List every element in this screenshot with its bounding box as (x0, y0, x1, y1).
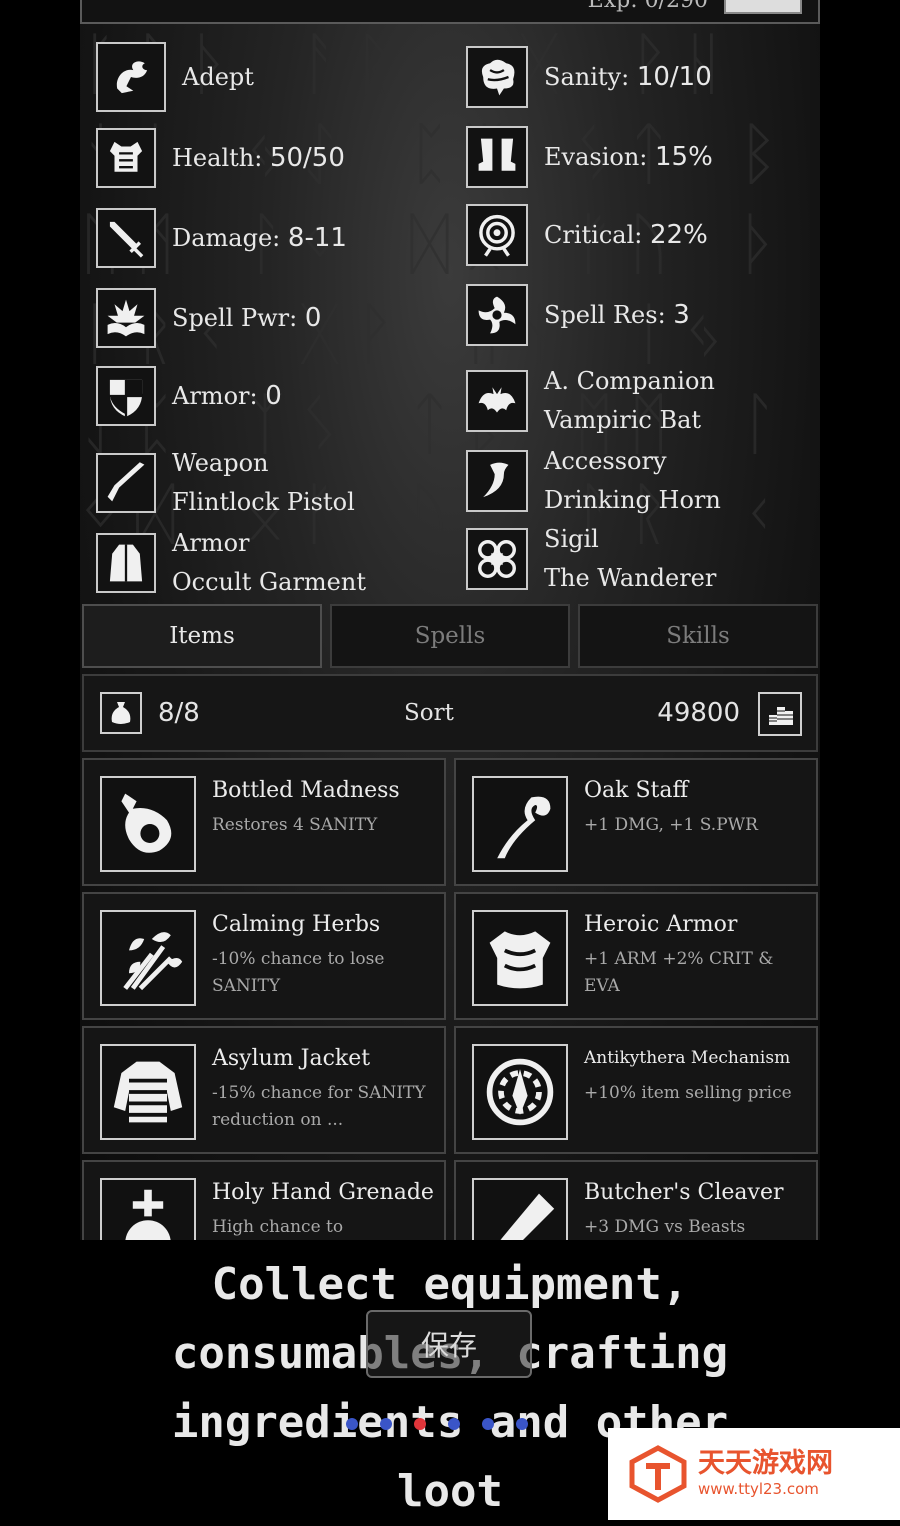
evasion-stat[interactable]: Evasion: 15% (466, 126, 713, 188)
weapon-slot[interactable]: Weapon Flintlock Pistol (96, 444, 355, 522)
cleaver-icon (472, 1178, 568, 1240)
tab-items[interactable]: Items (82, 604, 322, 668)
tab-skills[interactable]: Skills (578, 604, 818, 668)
spell-resistance-stat[interactable]: Spell Res: 3 (466, 284, 690, 346)
target-icon (466, 204, 528, 266)
coins-icon (758, 692, 802, 736)
class-stat[interactable]: Adept (96, 42, 254, 112)
damage-stat[interactable]: Damage: 8-11 (96, 208, 347, 268)
vortex-icon (466, 284, 528, 346)
inventory-item[interactable]: Asylum Jacket -15% chance for SANITY red… (82, 1026, 446, 1154)
spell-power-stat[interactable]: Spell Pwr: 0 (96, 288, 321, 348)
staff-icon (472, 776, 568, 872)
health-stat[interactable]: Health: 50/50 (96, 128, 345, 188)
page-dot[interactable] (516, 1418, 528, 1430)
shield-icon (96, 366, 156, 426)
armor-icon (472, 910, 568, 1006)
inventory-bar: 8/8 Sort 49800 (82, 674, 818, 752)
gold-amount: 49800 (657, 698, 740, 728)
armor-slot[interactable]: Armor Occult Garment (96, 524, 366, 602)
sword-icon (96, 208, 156, 268)
bat-icon (466, 370, 528, 432)
experience-bar: Exp: 0/290 (80, 0, 820, 24)
inventory-capacity: 8/8 (158, 698, 200, 728)
sigil-slot[interactable]: Sigil The Wanderer (466, 520, 716, 598)
page-dot-active[interactable] (414, 1418, 426, 1430)
herbs-icon (100, 910, 196, 1006)
sort-button[interactable]: Sort (404, 700, 454, 726)
spellbook-icon (96, 288, 156, 348)
inventory-item[interactable]: Calming Herbs -10% chance to lose SANITY (82, 892, 446, 1020)
inventory-item[interactable]: Oak Staff +1 DMG, +1 S.PWR (454, 758, 818, 886)
pistol-icon (96, 453, 156, 513)
watermark-title: 天天游戏网 (698, 1448, 833, 1479)
page-dot[interactable] (346, 1418, 358, 1430)
experience-meter (724, 0, 802, 14)
experience-text: Exp: 0/290 (587, 0, 708, 13)
critical-stat[interactable]: Critical: 22% (466, 204, 708, 266)
page-dot[interactable] (482, 1418, 494, 1430)
mechanism-icon (472, 1044, 568, 1140)
inventory-item[interactable]: Antikythera Mechanism +10% item selling … (454, 1026, 818, 1154)
watermark: 天天游戏网 www.ttyl23.com (608, 1428, 900, 1520)
brain-icon (466, 46, 528, 108)
sigil-icon (466, 528, 528, 590)
page-dot[interactable] (448, 1418, 460, 1430)
tab-spells[interactable]: Spells (330, 604, 570, 668)
adept-icon (96, 42, 166, 112)
inventory-item[interactable]: Holy Hand Grenade High chance to (82, 1160, 446, 1240)
sanity-stat[interactable]: Sanity: 10/10 (466, 46, 712, 108)
watermark-logo-icon (629, 1445, 687, 1503)
inventory-item[interactable]: Heroic Armor +1 ARM +2% CRIT & EVA (454, 892, 818, 1020)
save-button[interactable]: 保存 (366, 1310, 532, 1378)
bag-icon (100, 692, 142, 734)
inventory-item[interactable]: Bottled Madness Restores 4 SANITY (82, 758, 446, 886)
potion-icon (100, 776, 196, 872)
drinking-horn-icon (466, 450, 528, 512)
robe-icon (96, 533, 156, 593)
grenade-icon (100, 1178, 196, 1240)
armor-stat[interactable]: Armor: 0 (96, 366, 282, 426)
boots-icon (466, 126, 528, 188)
companion-slot[interactable]: A. Companion Vampiric Bat (466, 362, 715, 440)
page-indicator (346, 1418, 528, 1432)
watermark-url: www.ttyl23.com (698, 1480, 819, 1498)
page-dot[interactable] (380, 1418, 392, 1430)
chest-armor-icon (96, 128, 156, 188)
accessory-slot[interactable]: Accessory Drinking Horn (466, 442, 721, 520)
inventory-item[interactable]: Butcher's Cleaver +3 DMG vs Beasts (454, 1160, 818, 1240)
jacket-icon (100, 1044, 196, 1140)
